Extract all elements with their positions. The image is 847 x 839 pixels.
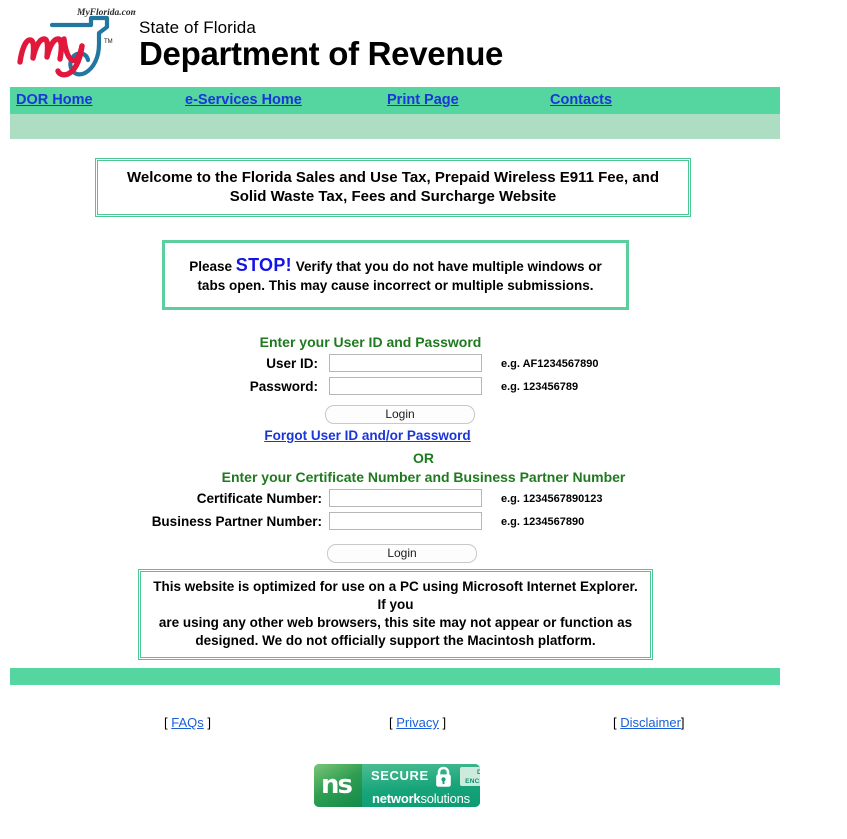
certificate-number-input[interactable] bbox=[329, 489, 482, 507]
secondary-bar bbox=[10, 114, 780, 139]
nav-item-eservices-home[interactable]: e-Services Home bbox=[185, 92, 302, 108]
login-button-credentials[interactable]: Login bbox=[325, 405, 475, 424]
data-encrypted-line-1: DATA bbox=[477, 769, 480, 776]
data-encrypted-badge: DATA ENCRYPTED bbox=[460, 767, 480, 786]
stop-notice-box: Please STOP! Verify that you do not have… bbox=[162, 240, 629, 310]
browser-notice-line-3: designed. We do not officially support t… bbox=[195, 633, 596, 648]
or-divider-label: OR bbox=[413, 450, 434, 466]
logo-tm-mark: TM bbox=[104, 39, 113, 45]
password-label: Password: bbox=[249, 379, 318, 394]
footer-links: [ FAQs ] [ Privacy ] [ Disclaimer] bbox=[0, 715, 847, 735]
seal-secure-label: SECURE bbox=[371, 768, 429, 783]
seal-bottom-row: networksolutions bbox=[362, 790, 480, 807]
forgot-credentials-link-wrap: Forgot User ID and/or Password bbox=[0, 428, 791, 443]
welcome-line-2: Solid Waste Tax, Fees and Surcharge Webs… bbox=[229, 188, 557, 205]
login-button-certificate[interactable]: Login bbox=[327, 544, 477, 563]
stop-notice-prefix: Please bbox=[189, 258, 236, 274]
cert-form-heading: Enter your Certificate Number and Busine… bbox=[221, 469, 626, 485]
browser-notice-line-1: This website is optimized for use on a P… bbox=[153, 579, 638, 612]
seal-brand-light: solutions bbox=[420, 791, 470, 806]
footer-link-disclaimer[interactable]: Disclaimer bbox=[620, 715, 681, 730]
nav-item-print-page[interactable]: Print Page bbox=[387, 92, 459, 108]
business-partner-number-hint: e.g. 1234567890 bbox=[501, 516, 585, 528]
certificate-number-hint: e.g. 1234567890123 bbox=[501, 493, 603, 505]
myflorida-logo[interactable]: MyFlorida.com TM bbox=[8, 2, 136, 84]
welcome-line-1: Welcome to the Florida Sales and Use Tax… bbox=[126, 169, 659, 186]
ns-logo-text: ns bbox=[321, 770, 353, 800]
footer-divider-bar bbox=[10, 668, 780, 685]
seal-body: SECURE DATA ENCRYPTED networksolutions bbox=[362, 764, 480, 807]
business-partner-number-label: Business Partner Number: bbox=[151, 514, 322, 529]
nav-item-dor-home[interactable]: DOR Home bbox=[16, 92, 93, 108]
stop-notice-text: Please STOP! Verify that you do not have… bbox=[181, 254, 610, 295]
footer-link-privacy[interactable]: Privacy bbox=[396, 715, 439, 730]
bracket-close-disclaimer: ] bbox=[680, 715, 685, 730]
stop-keyword: STOP! bbox=[235, 254, 292, 275]
welcome-banner: Welcome to the Florida Sales and Use Tax… bbox=[95, 158, 691, 217]
nav-item-contacts[interactable]: Contacts bbox=[550, 92, 612, 108]
page-header: MyFlorida.com TM State of Florida Depart… bbox=[0, 0, 847, 86]
certificate-number-label: Certificate Number: bbox=[196, 491, 322, 506]
footer-link-faqs[interactable]: FAQs bbox=[171, 715, 204, 730]
network-solutions-secure-seal[interactable]: ns SECURE DATA ENCRYPTED networksolution… bbox=[314, 764, 480, 807]
password-hint: e.g. 123456789 bbox=[501, 381, 579, 393]
footer-link-disclaimer-wrap: [ Disclaimer] bbox=[613, 715, 685, 730]
bracket-close-faqs: ] bbox=[203, 715, 211, 730]
seal-logo-block: ns bbox=[314, 764, 362, 807]
seal-brand-bold: network bbox=[372, 791, 421, 806]
bracket-close-privacy: ] bbox=[438, 715, 447, 730]
business-partner-number-input[interactable] bbox=[329, 512, 482, 530]
login-form-heading: Enter your User ID and Password bbox=[259, 334, 482, 350]
userid-hint: e.g. AF1234567890 bbox=[501, 358, 599, 370]
site-title: State of Florida Department of Revenue bbox=[139, 18, 503, 72]
forgot-credentials-link[interactable]: Forgot User ID and/or Password bbox=[264, 428, 470, 443]
title-department: Department of Revenue bbox=[139, 35, 504, 72]
logo-wordmark-text: MyFlorida.com bbox=[76, 8, 136, 18]
footer-link-privacy-wrap: [ Privacy ] bbox=[389, 715, 446, 730]
browser-notice-line-2: are using any other web browsers, this s… bbox=[158, 615, 633, 630]
lock-icon bbox=[433, 766, 454, 788]
primary-navigation: DOR Home e-Services Home Print Page Cont… bbox=[10, 87, 780, 114]
browser-compatibility-notice: This website is optimized for use on a P… bbox=[138, 569, 653, 660]
seal-top-row: SECURE DATA ENCRYPTED bbox=[362, 764, 480, 790]
password-input[interactable] bbox=[329, 377, 482, 395]
footer-link-faqs-wrap: [ FAQs ] bbox=[164, 715, 211, 730]
data-encrypted-line-2: ENCRYPTED bbox=[465, 778, 480, 785]
userid-label: User ID: bbox=[266, 356, 318, 371]
userid-input[interactable] bbox=[329, 354, 482, 372]
seal-brand-name: networksolutions bbox=[372, 791, 470, 806]
